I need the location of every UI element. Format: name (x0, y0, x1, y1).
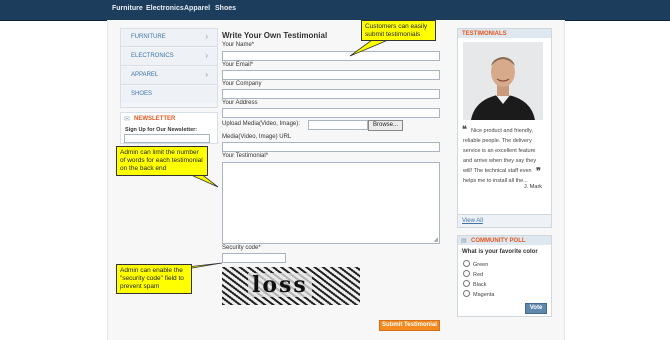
radio-icon[interactable] (463, 260, 470, 267)
callout-security-code: Admin can enable the "security code" fie… (116, 264, 192, 294)
callout-word-limit: Admin can limit the number of words for … (116, 146, 208, 176)
poll-option-green[interactable]: Green (463, 260, 488, 268)
testimonial-author: J. Mark (524, 184, 543, 190)
testimonials-title: TESTIMONIALS (462, 31, 507, 37)
poll-option-label: Green (473, 262, 489, 268)
radio-icon[interactable] (463, 280, 470, 287)
vote-button[interactable]: Vote (525, 303, 547, 314)
poll-option-label: Black (473, 282, 487, 288)
radio-icon[interactable] (463, 270, 470, 277)
poll-option-label: Magenta (473, 292, 495, 298)
callout-pointer-submit (349, 39, 389, 57)
callout-submit: Customers can easily submit testimonials (361, 20, 436, 41)
poll-option-magenta[interactable]: Magenta (463, 290, 494, 298)
testimonial-avatar (463, 42, 543, 120)
quote-close-icon: ❞ (536, 166, 541, 176)
person-photo-icon (463, 42, 543, 120)
view-all-link[interactable]: View All (462, 218, 483, 224)
radio-icon[interactable] (463, 290, 470, 297)
view-all-bar: View All (458, 214, 551, 227)
callout-pointers (177, 39, 389, 269)
poll-icon: ▤ (461, 238, 467, 244)
poll-option-label: Red (473, 272, 484, 278)
poll-option-red[interactable]: Red (463, 270, 483, 278)
testimonial-quote: Nice product and friendly, reliable peop… (463, 128, 537, 184)
poll-question: What is your favorite color (462, 249, 538, 255)
poll-title: COMMUNITY POLL (471, 238, 526, 244)
poll-option-black[interactable]: Black (463, 280, 486, 288)
